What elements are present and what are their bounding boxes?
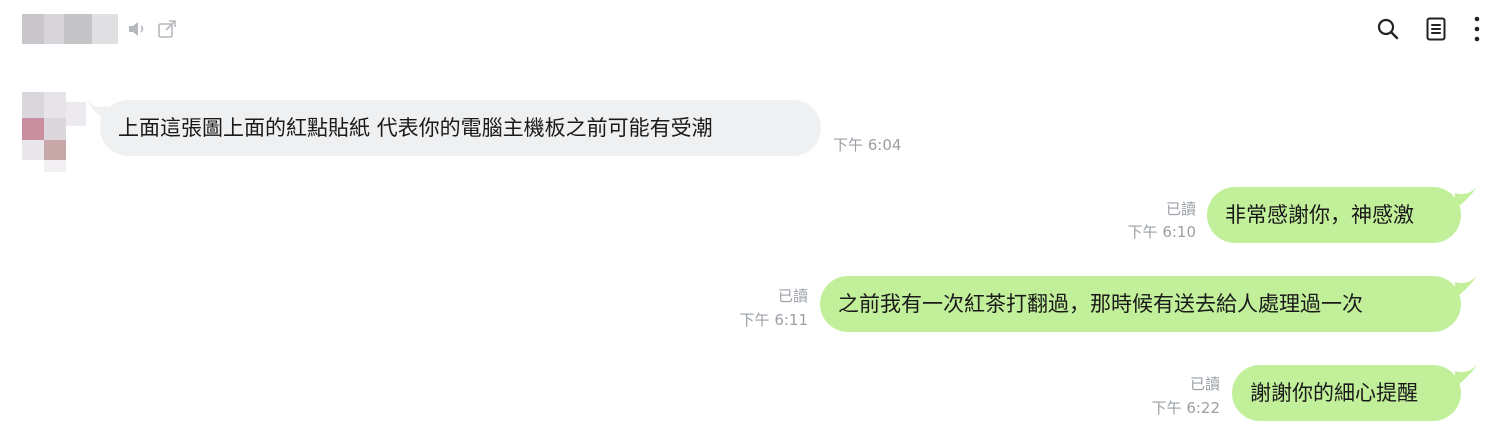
message-time: 下午 6:10 <box>1127 223 1196 241</box>
read-receipt: 已讀 <box>1165 200 1196 218</box>
more-vertical-icon[interactable] <box>1464 16 1490 42</box>
notes-icon[interactable] <box>1423 16 1449 42</box>
read-receipt: 已讀 <box>777 287 808 305</box>
message-bubble-outgoing[interactable]: 之前我有一次紅茶打翻過，那時候有送去給人處理過一次 <box>820 276 1461 332</box>
message-bubble-outgoing[interactable]: 謝謝你的細心提醒 <box>1232 365 1461 421</box>
search-icon[interactable] <box>1375 16 1401 42</box>
avatar[interactable] <box>22 92 86 172</box>
message-bubble-outgoing[interactable]: 非常感謝你，神感激 <box>1207 187 1461 243</box>
chat-header <box>0 0 1500 60</box>
bubble-tail-outgoing <box>1455 276 1477 298</box>
message-time: 下午 6:04 <box>833 136 902 154</box>
message-time: 下午 6:11 <box>739 311 808 329</box>
external-link-icon[interactable] <box>154 16 180 42</box>
message-time: 下午 6:22 <box>1151 399 1220 417</box>
bubble-tail-outgoing <box>1455 187 1477 209</box>
mute-icon[interactable] <box>124 16 150 42</box>
chat-name-blurred[interactable] <box>22 14 118 44</box>
read-receipt: 已讀 <box>1189 375 1220 393</box>
message-bubble-incoming[interactable]: 上面這張圖上面的紅點貼紙 代表你的電腦主機板之前可能有受潮 <box>100 100 821 156</box>
message-list[interactable]: 上面這張圖上面的紅點貼紙 代表你的電腦主機板之前可能有受潮 下午 6:04 已讀… <box>0 60 1500 437</box>
bubble-tail-outgoing <box>1455 365 1477 387</box>
